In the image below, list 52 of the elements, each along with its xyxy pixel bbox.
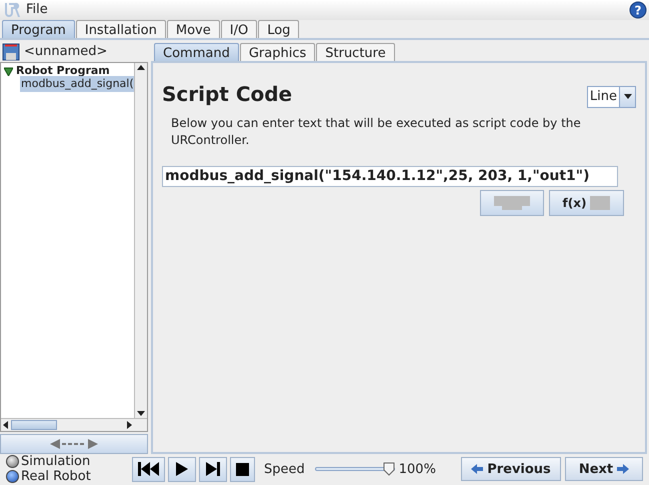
resize-button[interactable] [0,434,148,454]
tab[interactable]: Command [154,42,239,61]
rewind-icon [138,462,160,476]
speed-reading: 100% [398,460,436,479]
formula-button[interactable]: f(x) [549,190,624,216]
panel-title: Script Code [162,80,292,108]
help-icon[interactable]: ? [629,0,647,19]
scroll-left-icon[interactable] [3,420,8,429]
keypad-icon [590,196,610,210]
previous-button[interactable]: Previous [461,457,561,482]
speed-label: Speed [264,460,305,479]
step-button[interactable] [199,456,227,482]
description-text: Below you can enter text that will be executed as script code by the URController. [171,114,582,149]
radio-label: Simulation [21,454,90,470]
tab[interactable]: Structure [316,42,395,61]
stop-icon [236,462,249,476]
double-arrow-icon [50,438,98,449]
caret-icon [624,94,632,100]
slider-thumb[interactable] [382,462,395,476]
tab[interactable]: Graphics [240,42,316,61]
play-icon [176,462,188,476]
scroll-right-icon[interactable] [127,420,132,429]
tab[interactable]: Program [2,20,75,38]
tab[interactable]: Installation [76,20,166,38]
menu-item[interactable]: File [24,0,50,20]
play-button[interactable] [168,456,196,482]
radio-button[interactable] [6,470,19,484]
vertical-scrollbar[interactable] [134,62,147,418]
logo-icon [2,0,20,19]
radio-button[interactable] [6,455,19,468]
rewind-button[interactable] [132,456,165,482]
speed-slider[interactable] [314,462,395,476]
scroll-down-icon[interactable] [137,410,145,416]
scroll-up-icon[interactable] [137,64,145,70]
stop-button[interactable] [230,456,255,482]
horizontal-scrollbar[interactable] [1,418,134,431]
right-arrow-icon [617,464,630,474]
radio-label: Real Robot [21,469,91,484]
expand-icon[interactable] [4,66,13,76]
left-arrow-icon [471,464,484,474]
step-icon [206,462,220,476]
tab[interactable]: I/O [220,20,258,38]
script-input-field[interactable]: modbus_add_signal("154.140.1.12",25, 203, 1,"out1") [162,166,618,187]
save-icon[interactable] [2,42,20,61]
keyboard-icon [494,196,530,210]
next-button[interactable]: Next [565,457,643,482]
mode-dropdown[interactable]: Line [586,86,636,108]
scrollbar-corner [134,418,147,431]
tab[interactable]: Log [258,20,300,38]
tab[interactable]: Move [166,20,220,38]
tree-item[interactable]: modbus_add_signal( [20,76,134,92]
program-name: <unnamed> [24,42,108,61]
